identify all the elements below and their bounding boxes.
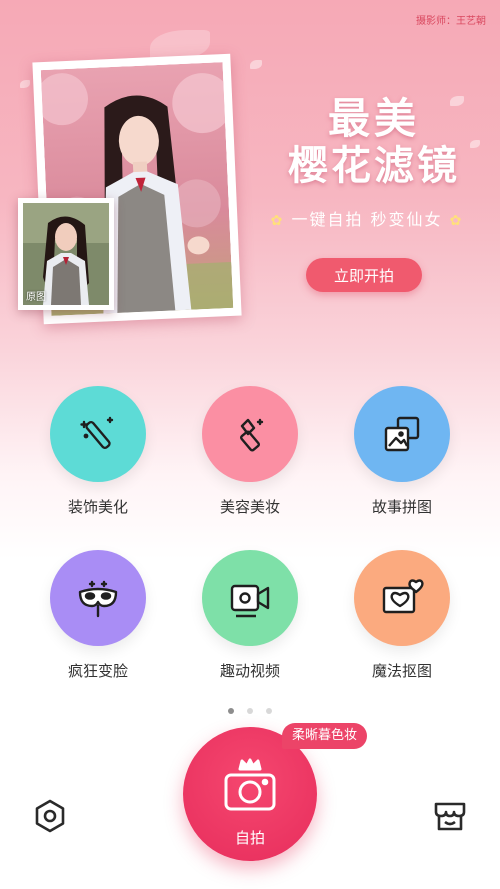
page-dot (266, 708, 273, 714)
page-dot (247, 708, 253, 714)
page-dot-active (227, 708, 234, 714)
magic-wand-icon (50, 386, 146, 482)
original-label: 原图 (26, 292, 46, 303)
promo-badge[interactable]: 柔晰暮色妆 (282, 723, 368, 749)
feature-magic-cutout[interactable]: 魔法抠图 (342, 550, 462, 681)
feature-label: 故事拼图 (371, 498, 432, 516)
flower-icon: ✿ (449, 213, 464, 229)
store-icon[interactable] (430, 796, 470, 836)
feature-label: 美容美妆 (219, 498, 280, 516)
collage-icon (354, 386, 450, 482)
feature-decorate[interactable]: 装饰美化 (38, 386, 158, 517)
mask-icon (50, 550, 146, 646)
flower-icon: ✿ (270, 213, 285, 229)
feature-face-swap[interactable]: 疯狂变脸 (38, 550, 158, 681)
original-photo-thumbnail[interactable]: 原图 (18, 198, 114, 310)
tagline-text: 一键自拍 秒变仙女 (291, 210, 443, 229)
feature-makeup[interactable]: 美容美妆 (190, 386, 310, 517)
selfie-label: 自拍 (234, 829, 265, 847)
feature-label: 趣动视频 (219, 662, 280, 680)
heart-photo-icon (354, 550, 450, 646)
photographer-credit: 摄影师：王艺朝 (416, 16, 486, 27)
headline-line-1: 最美 (327, 94, 420, 143)
start-shooting-button[interactable]: 立即开拍 (306, 258, 422, 292)
page-indicator (0, 699, 500, 718)
feature-label: 魔法抠图 (371, 662, 432, 680)
feature-label: 疯狂变脸 (67, 662, 128, 680)
headline-line-2: 樱花滤镜 (288, 143, 460, 189)
banner-headline: 最美 樱花滤镜 (288, 96, 460, 190)
feature-collage[interactable]: 故事拼图 (342, 386, 462, 517)
lipstick-icon (202, 386, 298, 482)
video-camera-icon (202, 550, 298, 646)
settings-icon[interactable] (30, 796, 70, 836)
feature-fun-video[interactable]: 趣动视频 (190, 550, 310, 681)
feature-label: 装饰美化 (67, 498, 128, 516)
banner-tagline: ✿ 一键自拍 秒变仙女 ✿ (262, 206, 472, 230)
